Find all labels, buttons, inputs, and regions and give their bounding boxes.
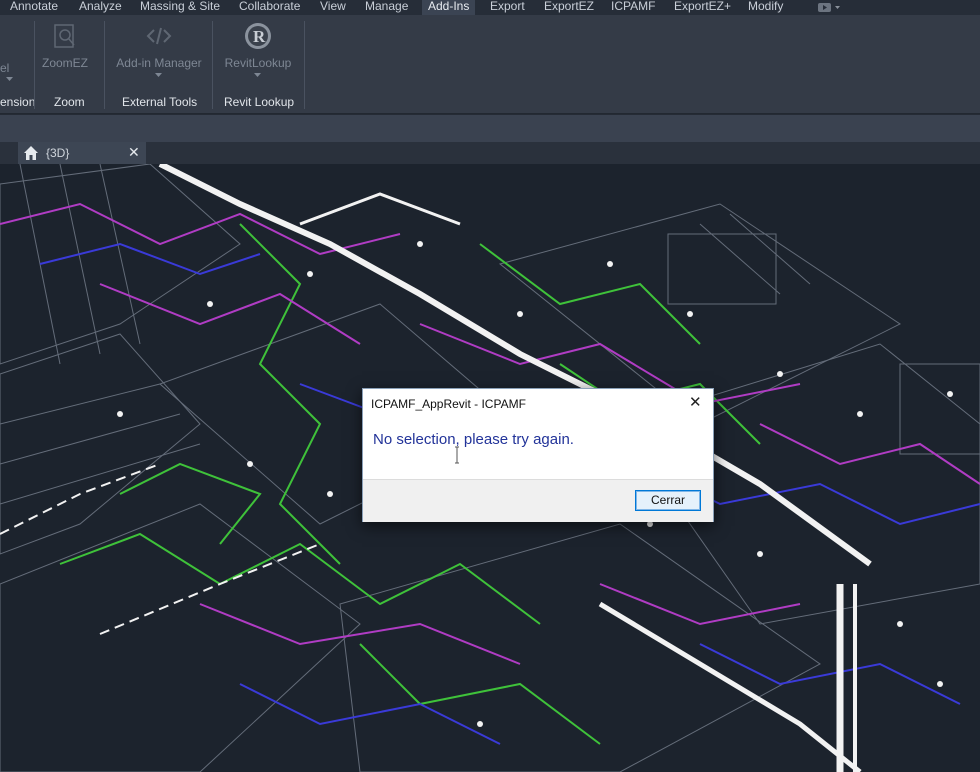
tab-manage[interactable]: Manage bbox=[363, 0, 410, 15]
panel-label-revit-lookup: Revit Lookup bbox=[224, 95, 295, 109]
video-icon[interactable] bbox=[818, 2, 842, 13]
tab-add-ins[interactable]: Add-Ins bbox=[422, 0, 476, 15]
tab-export[interactable]: Export bbox=[488, 0, 527, 15]
dialog-title: ICPAMF_AppRevit - ICPAMF bbox=[371, 397, 526, 411]
panel-separator bbox=[104, 21, 105, 109]
view-tab-label: {3D} bbox=[46, 146, 70, 160]
mouse-cursor-icon bbox=[455, 446, 459, 464]
ribbon-tab-bar: Annotate Analyze Massing & Site Collabor… bbox=[0, 0, 980, 15]
close-view-tab-icon[interactable]: ✕ bbox=[128, 144, 140, 161]
panel-label-zoom: Zoom bbox=[54, 95, 85, 109]
tab-annotate[interactable]: Annotate bbox=[8, 0, 60, 15]
panel-separator bbox=[212, 21, 213, 109]
panel-separator bbox=[304, 21, 305, 109]
panel-separator bbox=[34, 21, 35, 109]
options-bar bbox=[0, 114, 980, 143]
tab-exportez-plus[interactable]: ExportEZ+ bbox=[672, 0, 733, 15]
zoomez-icon bbox=[54, 24, 75, 48]
panel-label-external-tools: External Tools bbox=[122, 95, 198, 109]
revitlookup-icon: R bbox=[245, 23, 271, 49]
message-dialog: ICPAMF_AppRevit - ICPAMF ✕ No selection,… bbox=[362, 388, 714, 522]
revitlookup-button[interactable]: R RevitLookup bbox=[220, 21, 296, 78]
dropdown-arrow-icon[interactable] bbox=[6, 77, 14, 82]
tab-collaborate[interactable]: Collaborate bbox=[237, 0, 302, 15]
tab-massing-site[interactable]: Massing & Site bbox=[138, 0, 222, 15]
panel-label-extension: ension bbox=[0, 95, 36, 109]
dropdown-arrow-icon bbox=[254, 73, 261, 77]
tab-icpamf[interactable]: ICPAMF bbox=[609, 0, 657, 15]
view-tab-3d[interactable]: {3D} ✕ bbox=[18, 142, 146, 164]
code-icon bbox=[146, 27, 172, 45]
dialog-message: No selection, please try again. bbox=[373, 431, 574, 448]
zoomez-label: ZoomEZ bbox=[41, 56, 88, 70]
cutoff-button-label[interactable]: el bbox=[0, 61, 9, 75]
dialog-close-icon[interactable]: ✕ bbox=[689, 393, 702, 411]
tab-analyze[interactable]: Analyze bbox=[77, 0, 124, 15]
svg-text:R: R bbox=[253, 27, 266, 46]
add-in-manager-button[interactable]: Add-in Manager bbox=[112, 21, 206, 78]
tab-exportez[interactable]: ExportEZ bbox=[542, 0, 596, 15]
dialog-footer: Cerrar bbox=[363, 479, 713, 522]
ribbon-panel: el ension ZoomEZ Zoom Add-in Manager Ext… bbox=[0, 15, 980, 114]
view-tab-strip: {3D} ✕ bbox=[0, 142, 980, 164]
home-icon bbox=[24, 146, 38, 160]
tab-modify[interactable]: Modify bbox=[746, 0, 785, 15]
close-button[interactable]: Cerrar bbox=[635, 490, 701, 511]
add-in-manager-label: Add-in Manager bbox=[116, 56, 202, 70]
zoomez-button[interactable]: ZoomEZ bbox=[40, 21, 90, 70]
revitlookup-label: RevitLookup bbox=[224, 56, 292, 70]
tab-view[interactable]: View bbox=[318, 0, 348, 15]
dropdown-arrow-icon bbox=[155, 73, 162, 77]
